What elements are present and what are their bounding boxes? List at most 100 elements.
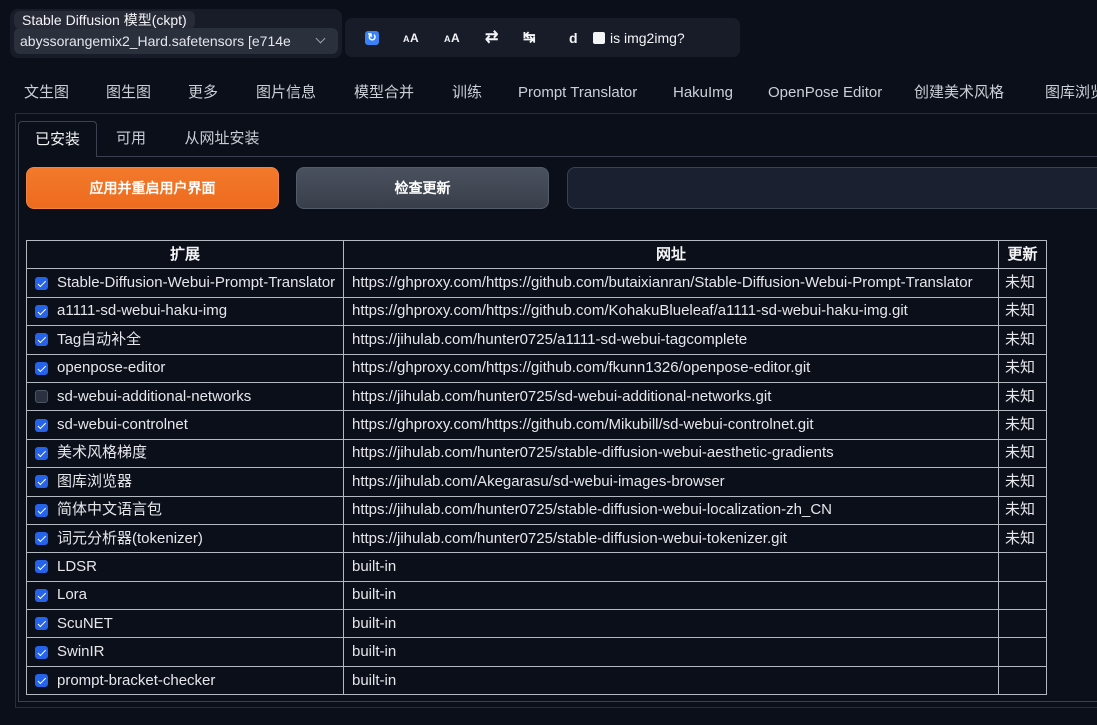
tab-prompt-translator[interactable]: Prompt Translator [501,79,654,107]
extension-toggle[interactable]: a1111-sd-webui-haku-img [35,303,335,319]
extension-name: 美术风格梯度 [57,444,148,462]
extension-enabled-checkbox[interactable] [35,645,48,659]
extension-name: 图库浏览器 [57,472,133,490]
tab-extras[interactable]: 更多 [171,79,235,107]
extension-enabled-checkbox[interactable] [35,503,48,517]
subtab-available[interactable]: 可用 [99,121,163,157]
swap-icon[interactable]: ⇄ [485,30,498,46]
img2img-checkbox[interactable] [593,32,605,44]
extension-enabled-checkbox[interactable] [35,475,48,489]
extension-name-cell: 美术风格梯度 [26,438,344,469]
subtab-install-from-url[interactable]: 从网址安装 [163,121,281,157]
extension-url-cell: https://jihulab.com/hunter0725/sd-webui-… [343,381,999,412]
extension-enabled-checkbox[interactable] [35,418,48,432]
tab-checkpoint-merger[interactable]: 模型合并 [337,79,431,107]
extension-url-link[interactable]: built-in [352,672,396,689]
extension-url-link[interactable]: https://jihulab.com/hunter0725/stable-di… [352,530,787,547]
extension-name: openpose-editor [57,359,166,377]
tab-txt2img[interactable]: 文生图 [7,79,86,107]
refresh-icon[interactable]: ↻ [365,31,379,45]
extension-toggle[interactable]: SwinIR [35,644,335,660]
extension-name: LDSR [57,557,98,575]
extension-url-link[interactable]: built-in [352,586,396,603]
table-row: 图库浏览器 https://jihulab.com/Akegarasu/sd-we… [26,467,1047,497]
d-button[interactable]: d [569,30,578,46]
extension-enabled-checkbox[interactable] [35,446,48,460]
apply-and-restart-button[interactable]: 应用并重启用户界面 [26,167,279,209]
extension-enabled-checkbox[interactable] [35,361,48,375]
extension-toggle[interactable]: 词元分析器(tokenizer) [35,529,335,547]
tab-arrows-icon[interactable]: ↹ [523,30,536,46]
tab-img2img[interactable]: 图生图 [89,79,168,107]
extension-url-link[interactable]: https://jihulab.com/hunter0725/stable-di… [352,501,832,518]
extension-url-link[interactable]: https://ghproxy.com/https://github.com/b… [352,274,973,291]
extension-name: Lora [57,586,88,604]
extension-toggle[interactable]: 图库浏览器 [35,472,335,490]
extension-toggle[interactable]: 简体中文语言包 [35,502,335,518]
extension-url-cell: built-in [343,609,999,639]
subtab-installed[interactable]: 已安装 [18,121,97,157]
extension-url-link[interactable]: https://jihulab.com/hunter0725/a1111-sd-… [352,331,747,348]
extension-url-cell: built-in [343,552,999,582]
extension-url-link[interactable]: https://jihulab.com/hunter0725/stable-di… [352,444,834,461]
extension-update-status [998,665,1047,696]
tab-png-info[interactable]: 图片信息 [239,79,333,107]
extension-toggle[interactable]: sd-webui-controlnet [35,417,335,433]
column-header-update: 更新 [998,239,1047,270]
extension-name-cell: SwinIR [26,637,344,667]
extension-toggle[interactable]: ScuNET [35,615,335,632]
extension-name: sd-webui-additional-networks [57,387,252,405]
extension-url-link[interactable]: built-in [352,643,396,660]
extension-update-status: 未知 [998,381,1047,412]
model-dropdown[interactable]: abyssorangemix2_Hard.safetensors [e714e [14,28,338,54]
extension-name: a1111-sd-webui-haku-img [57,302,228,320]
font-size-alt-icon[interactable]: AA [444,30,460,46]
extensions-status-textbox[interactable] [567,167,1097,209]
extension-toggle[interactable]: LDSR [35,557,335,575]
extension-update-status: 未知 [998,495,1047,525]
extension-url-link[interactable]: built-in [352,615,396,632]
extension-url-link[interactable]: built-in [352,558,396,575]
extension-url-link[interactable]: https://ghproxy.com/https://github.com/f… [352,359,810,376]
extension-enabled-checkbox[interactable] [35,333,48,347]
tab-create-aesthetic-style[interactable]: 创建美术风格 [897,79,1021,107]
extension-name-cell: 图库浏览器 [26,467,344,497]
extension-toggle[interactable]: sd-webui-additional-networks [35,387,335,405]
extension-name-cell: prompt-bracket-checker [26,665,344,696]
font-size-icon[interactable]: AA [403,30,419,46]
extension-enabled-checkbox[interactable] [35,674,48,688]
extension-update-status: 未知 [998,467,1047,497]
extension-url-cell: https://jihulab.com/hunter0725/stable-di… [343,523,999,554]
extension-enabled-checkbox[interactable] [35,390,48,404]
extension-toggle[interactable]: Stable-Diffusion-Webui-Prompt-Translator [35,275,335,291]
extension-toggle[interactable]: openpose-editor [35,360,335,376]
extension-url-link[interactable]: https://ghproxy.com/https://github.com/M… [352,416,814,433]
extension-url-cell: https://ghproxy.com/https://github.com/M… [343,410,999,440]
extension-toggle[interactable]: Lora [35,587,335,603]
tab-openpose-editor[interactable]: OpenPose Editor [751,79,899,107]
table-row: Tag自动补全 https://jihulab.com/hunter0725/a1… [26,325,1047,355]
extension-name: 词元分析器(tokenizer) [57,529,203,547]
model-dropdown-value: abyssorangemix2_Hard.safetensors [e714e [20,33,291,49]
extension-name-cell: 词元分析器(tokenizer) [26,523,344,554]
extension-url-link[interactable]: https://jihulab.com/hunter0725/sd-webui-… [352,388,771,405]
model-selector-label: Stable Diffusion 模型(ckpt) [14,11,195,29]
extension-enabled-checkbox[interactable] [35,560,48,574]
extension-update-status: 未知 [998,353,1047,383]
extension-toggle[interactable]: prompt-bracket-checker [35,672,335,689]
extension-toggle[interactable]: Tag自动补全 [35,331,335,348]
tab-train[interactable]: 训练 [435,79,499,107]
tab-hakuimg[interactable]: HakuImg [656,79,750,107]
extension-enabled-checkbox[interactable] [35,304,48,318]
extension-url-link[interactable]: https://ghproxy.com/https://github.com/K… [352,302,908,319]
img2img-checkbox-label[interactable]: is img2img? [610,30,685,46]
check-updates-button[interactable]: 检查更新 [296,167,549,209]
extension-enabled-checkbox[interactable] [35,276,48,290]
extension-toggle[interactable]: 美术风格梯度 [35,445,335,461]
extension-url-link[interactable]: https://jihulab.com/Akegarasu/sd-webui-i… [352,473,725,490]
extension-enabled-checkbox[interactable] [35,617,48,631]
extension-enabled-checkbox[interactable] [35,532,48,546]
extension-enabled-checkbox[interactable] [35,588,48,602]
tab-image-browser[interactable]: 图库浏览 [1028,79,1097,107]
extension-url-cell: https://jihulab.com/hunter0725/a1111-sd-… [343,325,999,355]
